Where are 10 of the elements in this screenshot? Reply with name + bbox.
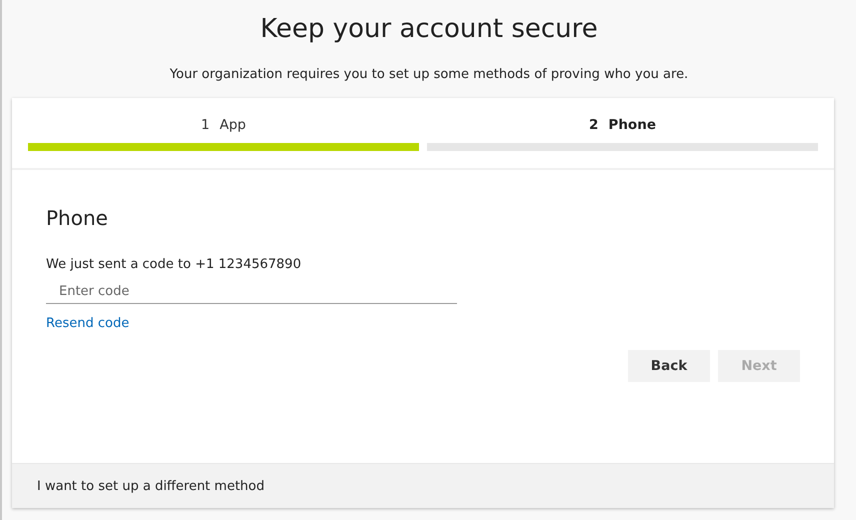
code-sent-message: We just sent a code to +1 1234567890 — [46, 256, 302, 274]
step-label: 2 Phone — [589, 116, 656, 134]
section-heading: Phone — [46, 205, 109, 232]
subtitle: Your organization requires you to set up some methods of proving who you are. — [170, 66, 688, 84]
resend-code-link[interactable]: Resend code — [46, 316, 130, 331]
different-method-link[interactable]: I want to set up a different method — [37, 478, 264, 494]
code-input-field[interactable]: Enter code — [46, 280, 457, 304]
step-label: 1 App — [201, 116, 246, 134]
back-button[interactable]: Back — [628, 350, 710, 382]
page-title: Keep your account secure — [260, 13, 598, 46]
